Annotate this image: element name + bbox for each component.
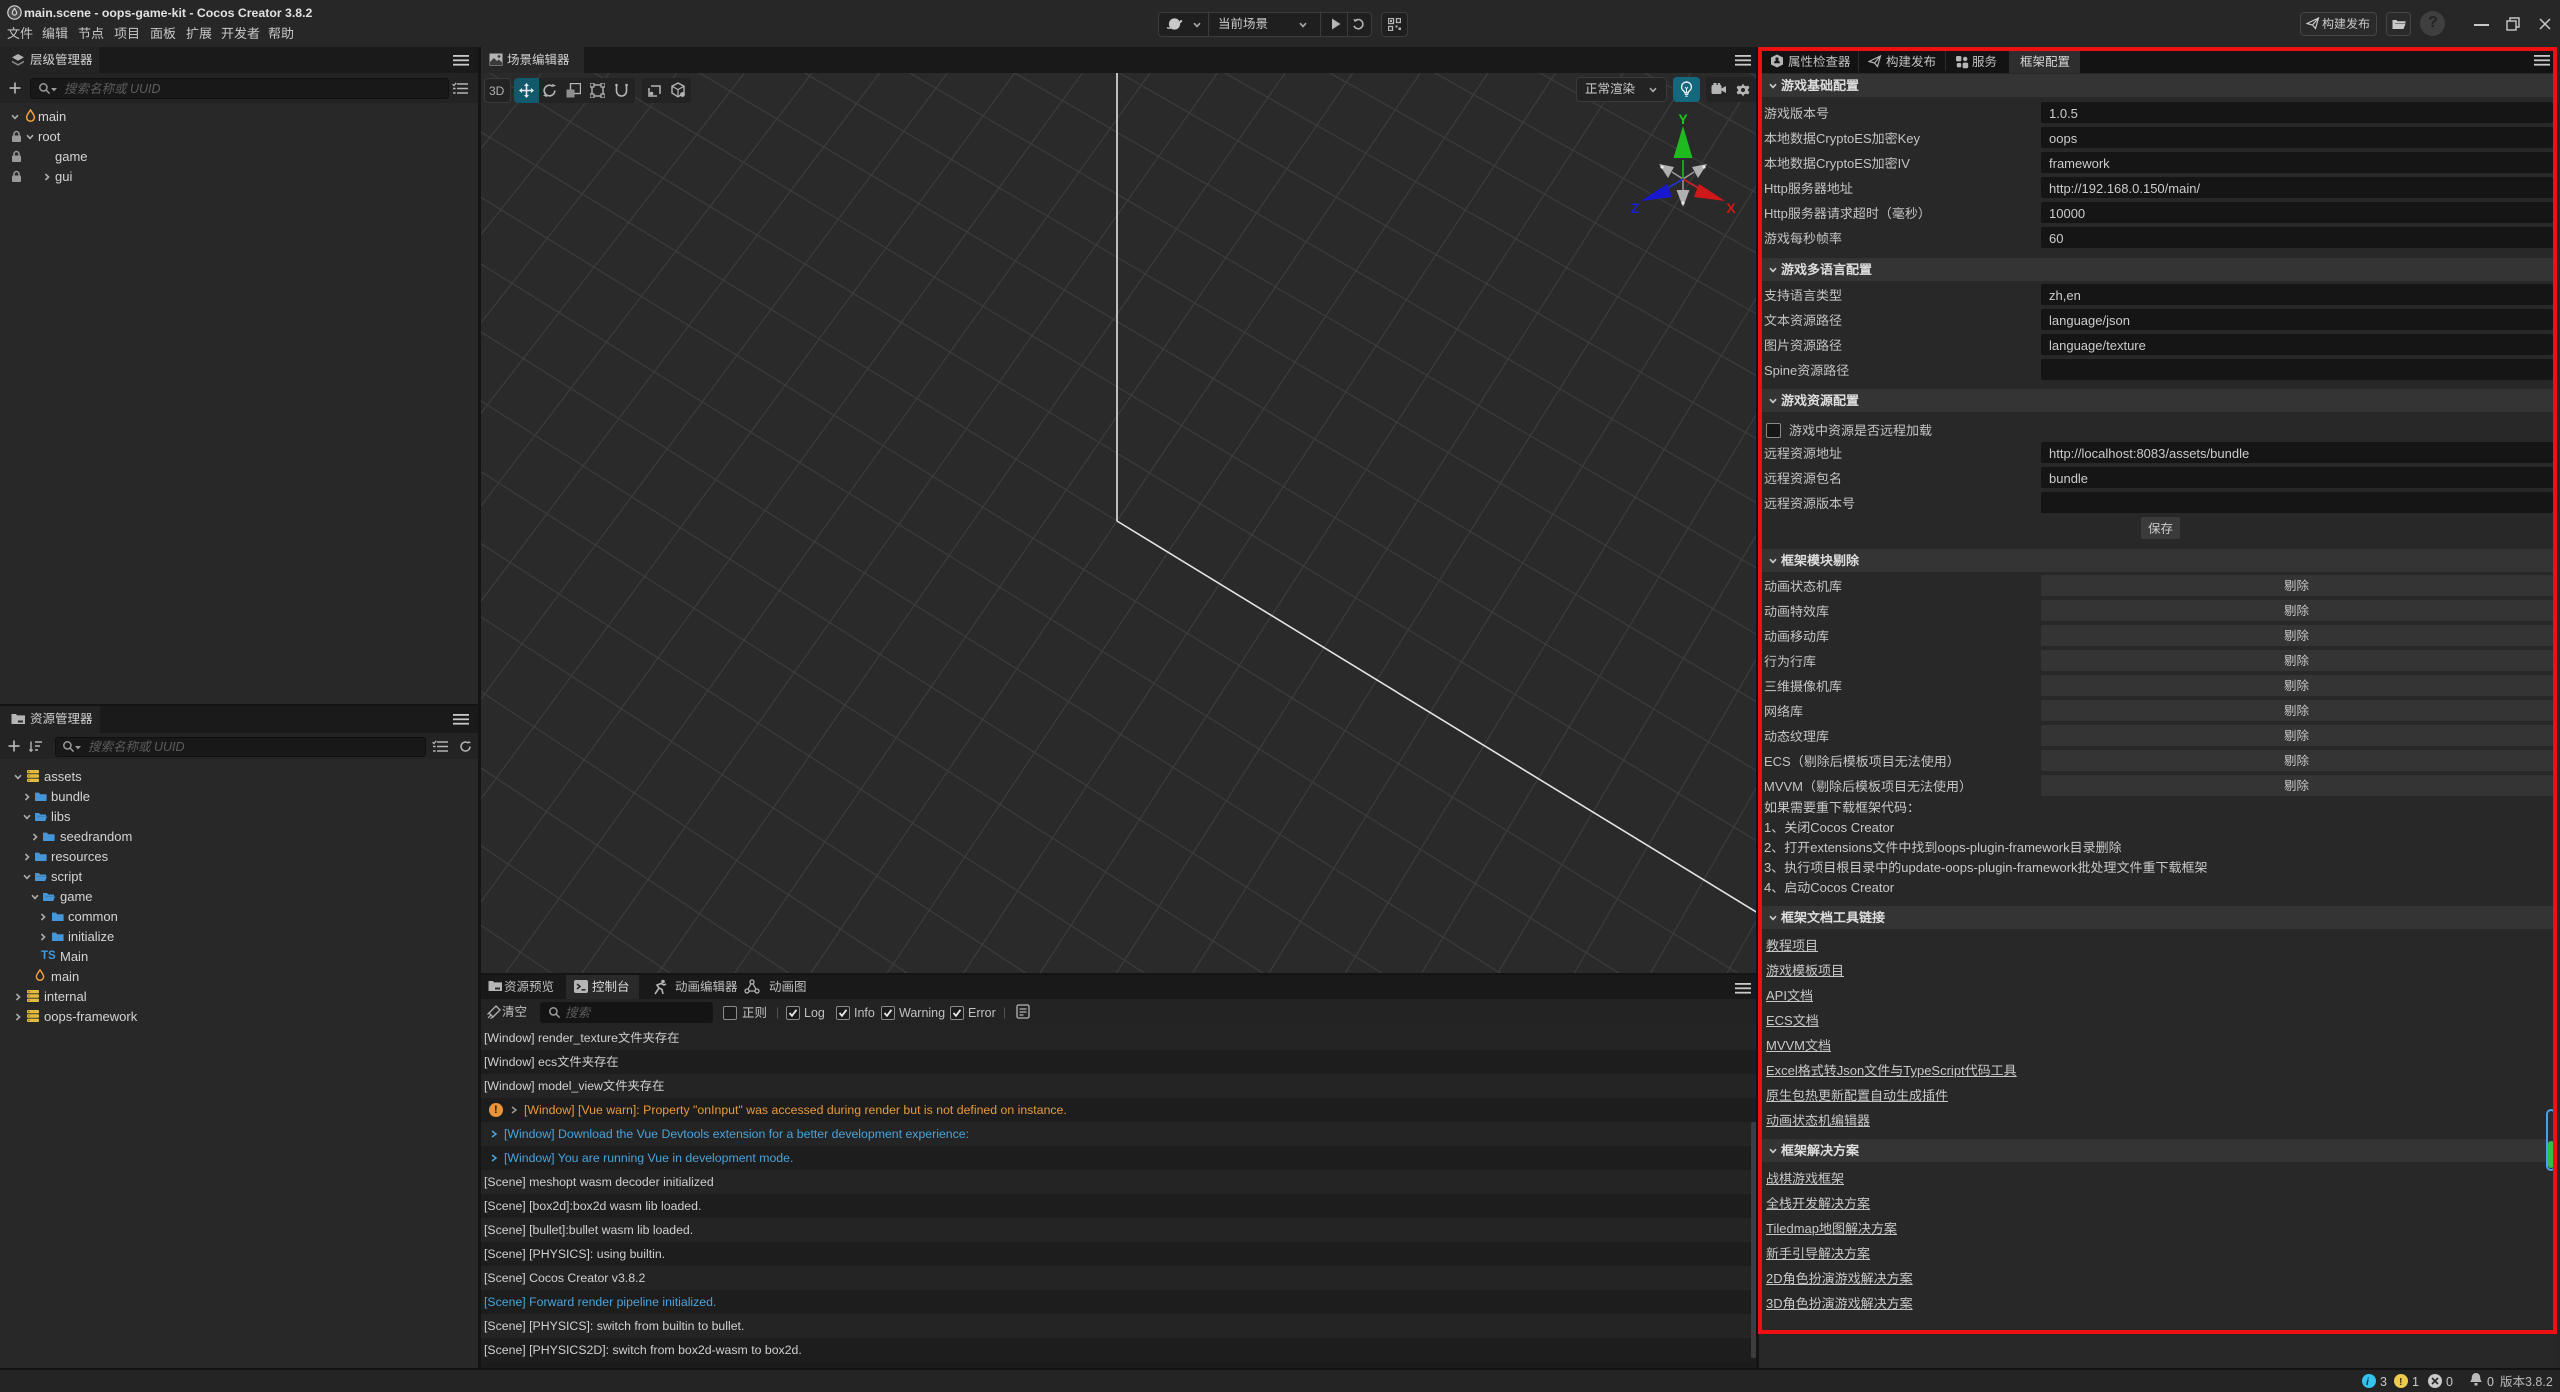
svg-text:Y: Y [1678,112,1688,127]
svg-text:Z: Z [1631,200,1640,216]
svg-text:X: X [1726,200,1736,216]
